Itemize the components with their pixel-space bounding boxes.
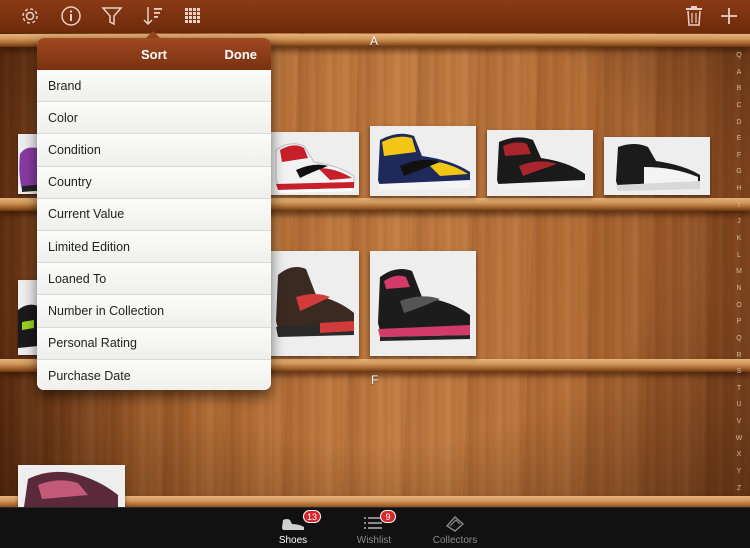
shelf-section-letter-a: A [370,34,379,48]
index-letter[interactable]: X [737,451,742,458]
sort-popover-header: Sort Done [37,38,271,70]
index-letter[interactable]: L [737,252,741,259]
shoe-tile-black-volt[interactable] [18,280,38,355]
index-letter[interactable]: A [737,69,742,76]
sort-option-brand[interactable]: Brand [37,70,271,103]
sort-option-current-value[interactable]: Current Value [37,198,271,231]
index-letter[interactable]: O [736,302,741,309]
index-letter[interactable]: N [736,285,741,292]
index-letter[interactable]: Q [736,335,741,342]
index-letter[interactable]: T [737,385,741,392]
index-letter[interactable]: D [736,119,741,126]
info-icon[interactable] [58,4,84,28]
tab-collectors[interactable]: Collectors [415,508,495,548]
index-letter[interactable]: R [736,352,741,359]
index-letter[interactable]: F [737,152,741,159]
shoe-tile-playoff-white-black[interactable] [604,137,710,195]
grid-icon[interactable] [180,4,206,28]
sort-option-loaned-to[interactable]: Loaned To [37,263,271,296]
top-toolbar [0,0,750,33]
index-letter[interactable]: Z [737,485,741,492]
index-letter[interactable]: M [736,268,742,275]
shoe-tile-chicago-red[interactable] [270,132,359,195]
index-letter[interactable]: B [737,85,742,92]
sort-option-color[interactable]: Color [37,102,271,135]
shelf-section-letter-f: F [371,373,379,387]
sort-option-number-in-collection[interactable]: Number in Collection [37,295,271,328]
sort-option-condition[interactable]: Condition [37,134,271,167]
index-letter[interactable]: Y [737,468,742,475]
sort-icon[interactable] [140,4,166,28]
index-letter[interactable]: K [737,235,742,242]
sort-option-country[interactable]: Country [37,166,271,199]
index-letter[interactable]: J [737,218,741,225]
shoe-tile-foamposite-pink[interactable] [18,465,125,507]
plus-icon[interactable] [716,4,742,28]
sort-options-list: Brand Color Condition Country Current Va… [37,70,271,390]
collectors-icon [445,516,465,532]
sort-popover: Sort Done Brand Color Condition Country … [37,38,271,390]
index-letter[interactable]: Q [736,52,741,59]
index-letter[interactable]: W [736,435,743,442]
index-letter[interactable]: P [737,318,742,325]
index-letter[interactable]: E [737,135,742,142]
done-button[interactable]: Done [225,47,258,62]
shoes-count-badge: 13 [303,510,322,523]
index-letter[interactable]: V [737,418,742,425]
sort-option-limited-edition[interactable]: Limited Edition [37,230,271,264]
tab-wishlist[interactable]: 9 Wishlist [334,508,414,548]
tab-shoes-label: Shoes [278,535,308,546]
sort-option-personal-rating[interactable]: Personal Rating [37,327,271,360]
index-letter[interactable]: H [736,185,741,192]
tab-wishlist-label: Wishlist [356,535,392,546]
filter-icon[interactable] [99,4,125,28]
gear-icon[interactable] [17,4,43,28]
index-letter[interactable]: C [736,102,741,109]
tab-shoes[interactable]: 13 Shoes [253,508,333,548]
wishlist-count-badge: 9 [380,510,396,523]
shoe-tile-brown-infrared[interactable] [270,251,359,356]
tab-collectors-label: Collectors [432,535,478,546]
alphabet-index-bar[interactable]: Q A B C D E F G H I J K L M N O P Q R S T U V W X Y Z [732,52,746,492]
index-letter[interactable]: G [736,168,741,175]
shoe-tile-black-pink[interactable] [370,251,476,356]
shoe-icon [282,519,304,530]
index-letter[interactable]: I [738,202,740,209]
trash-icon[interactable] [681,4,707,28]
bottom-tab-bar: 13 Shoes 9 Wishlist Collectors [0,507,750,548]
index-letter[interactable]: U [736,401,741,408]
shoe-tile-yellow-navy[interactable] [370,126,476,196]
sort-option-purchase-date[interactable]: Purchase Date [37,359,271,390]
shoe-tile-black-red[interactable] [487,130,593,196]
index-letter[interactable]: S [737,368,742,375]
